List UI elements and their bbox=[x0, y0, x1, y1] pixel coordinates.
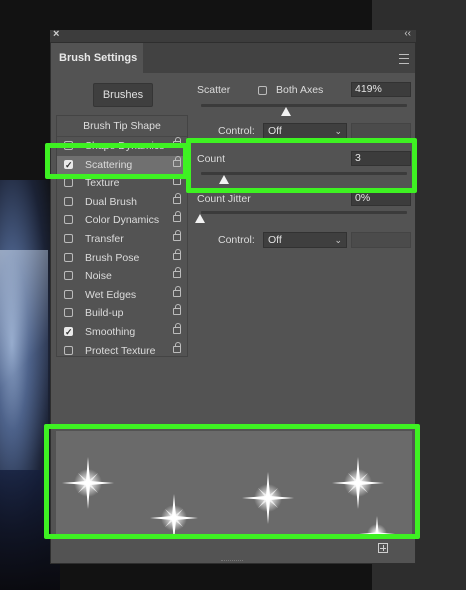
list-item-build-up[interactable]: Build-up bbox=[57, 304, 187, 323]
list-item-smoothing[interactable]: Smoothing bbox=[57, 322, 187, 342]
count-jitter-extra-field bbox=[351, 232, 411, 248]
list-item-color-dynamics[interactable]: Color Dynamics bbox=[57, 211, 187, 230]
chevron-down-icon: ⌄ bbox=[334, 126, 342, 136]
checkbox-brush-pose[interactable] bbox=[64, 252, 73, 262]
count-jitter-control-label: Control: bbox=[218, 234, 255, 246]
scatter-control-value: Off bbox=[268, 125, 282, 137]
checkbox-transfer[interactable] bbox=[64, 233, 73, 243]
list-item-label: Brush Pose bbox=[85, 251, 140, 264]
list-item-label: Protect Texture bbox=[85, 344, 156, 357]
list-item-label: Smoothing bbox=[85, 325, 136, 338]
both-axes-label: Both Axes bbox=[276, 84, 324, 96]
tab-brush-settings[interactable]: Brush Settings bbox=[51, 43, 143, 73]
resize-grip[interactable] bbox=[221, 560, 243, 564]
lock-icon[interactable] bbox=[173, 229, 181, 241]
list-item-label: Transfer bbox=[85, 232, 124, 245]
scatter-value-field[interactable]: 419% bbox=[351, 82, 411, 97]
highlight-count bbox=[186, 138, 417, 193]
collapse-icon[interactable]: ‹‹ bbox=[404, 28, 411, 39]
count-jitter-slider-thumb[interactable] bbox=[195, 214, 205, 223]
list-item-dual-brush[interactable]: Dual Brush bbox=[57, 192, 187, 212]
count-jitter-label: Count Jitter bbox=[197, 193, 251, 205]
lock-icon[interactable] bbox=[173, 192, 181, 204]
highlight-preview bbox=[44, 424, 420, 539]
scatter-control-select[interactable]: Off ⌄ bbox=[263, 123, 347, 139]
scatter-jitter-field bbox=[351, 123, 411, 139]
lock-icon[interactable] bbox=[173, 285, 181, 297]
list-item-noise[interactable]: Noise bbox=[57, 267, 187, 286]
both-axes-checkbox[interactable] bbox=[258, 86, 267, 95]
list-item-wet-edges[interactable]: Wet Edges bbox=[57, 285, 187, 305]
panel-top-bar: × ‹‹ bbox=[50, 28, 416, 42]
checkbox-dual-brush[interactable] bbox=[64, 196, 73, 206]
lock-icon[interactable] bbox=[173, 304, 181, 316]
list-item-label: Color Dynamics bbox=[85, 214, 160, 227]
list-item-label: Build-up bbox=[85, 307, 124, 320]
count-jitter-value-field[interactable]: 0% bbox=[351, 191, 411, 206]
checkbox-smoothing[interactable] bbox=[64, 323, 73, 342]
checkbox-protect-texture[interactable] bbox=[64, 345, 73, 355]
list-item-label: Dual Brush bbox=[85, 195, 137, 208]
count-jitter-slider-track[interactable] bbox=[201, 211, 407, 214]
lock-icon[interactable] bbox=[173, 341, 181, 353]
new-brush-icon[interactable] bbox=[378, 543, 388, 553]
lock-icon[interactable] bbox=[173, 322, 181, 334]
count-jitter-control-value: Off bbox=[268, 234, 282, 246]
scatter-slider-track[interactable] bbox=[201, 104, 407, 107]
lock-icon[interactable] bbox=[173, 211, 181, 223]
checkbox-wet-edges[interactable] bbox=[64, 289, 73, 299]
count-jitter-control-select[interactable]: Off ⌄ bbox=[263, 232, 347, 248]
checkbox-noise[interactable] bbox=[64, 271, 73, 281]
list-item-protect-texture[interactable]: Protect Texture bbox=[57, 341, 187, 361]
checkbox-color-dynamics[interactable] bbox=[64, 215, 73, 225]
lock-icon[interactable] bbox=[173, 174, 181, 186]
list-item-brush-tip-shape[interactable]: Brush Tip Shape bbox=[57, 116, 187, 137]
scatter-label: Scatter bbox=[197, 84, 231, 96]
list-item-label: Noise bbox=[85, 270, 112, 283]
scatter-slider-thumb[interactable] bbox=[281, 107, 291, 116]
list-item-transfer[interactable]: Transfer bbox=[57, 229, 187, 249]
hamburger-menu-icon[interactable] bbox=[399, 54, 409, 64]
checkbox-build-up[interactable] bbox=[64, 308, 73, 318]
highlight-scattering bbox=[45, 143, 188, 179]
tab-row: Brush Settings bbox=[51, 43, 415, 73]
list-item-brush-pose[interactable]: Brush Pose bbox=[57, 248, 187, 268]
chevron-down-icon: ⌄ bbox=[334, 235, 342, 245]
close-icon[interactable]: × bbox=[53, 28, 59, 40]
scatter-control-label: Control: bbox=[218, 125, 255, 137]
lock-icon[interactable] bbox=[173, 267, 181, 279]
brushes-button[interactable]: Brushes bbox=[93, 83, 153, 107]
checkbox-texture[interactable] bbox=[64, 178, 73, 188]
lock-icon[interactable] bbox=[173, 248, 181, 260]
list-item-label: Wet Edges bbox=[85, 288, 137, 301]
